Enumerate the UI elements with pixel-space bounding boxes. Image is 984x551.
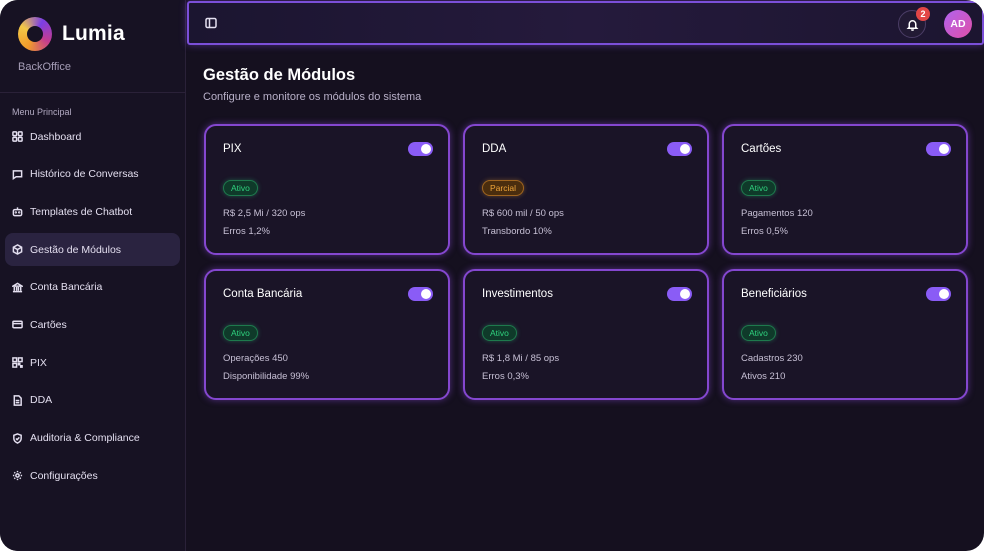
sidebar-item-label: Conta Bancária (30, 281, 103, 294)
module-metric-secondary: Erros 0,3% (482, 371, 529, 382)
top-bar: 2 AD (187, 1, 984, 45)
sidebar-item-configuracoes[interactable]: Configurações (5, 459, 180, 492)
user-avatar[interactable]: AD (944, 10, 972, 38)
module-card-conta-bancaria: Conta Bancária Ativo Operações 450 Dispo… (204, 269, 450, 400)
module-metric-secondary: Ativos 210 (741, 371, 786, 382)
card-icon (12, 319, 23, 330)
grid-icon (12, 131, 23, 142)
module-metric-secondary: Disponibilidade 99% (223, 371, 310, 382)
module-metric-primary: Operações 450 (223, 353, 288, 364)
sidebar-item-pix[interactable]: PIX (5, 346, 180, 379)
toggle-sidebar-button[interactable] (203, 15, 219, 31)
module-toggle-switch[interactable] (408, 287, 433, 301)
sidebar-item-dda[interactable]: DDA (5, 384, 180, 417)
notification-count-badge: 2 (916, 7, 930, 21)
sidebar-item-historico[interactable]: Histórico de Conversas (5, 158, 180, 191)
sidebar-item-gestao-modulos[interactable]: Gestão de Módulos (5, 233, 180, 267)
sidebar-item-label: DDA (30, 394, 53, 407)
status-badge: Ativo (223, 180, 258, 196)
sidebar-toggle-icon (205, 17, 217, 29)
module-card-pix: PIX Ativo R$ 2,5 Mi / 320 ops Erros 1,2% (204, 124, 450, 255)
sidebar-divider (0, 92, 186, 93)
sidebar-item-auditoria[interactable]: Auditoria & Compliance (5, 422, 180, 455)
bank-icon (12, 282, 23, 293)
sidebar-item-label: Cartões (30, 318, 67, 331)
module-metric-primary: Cadastros 230 (741, 353, 803, 364)
module-metric-secondary: Transbordo 10% (482, 226, 552, 237)
sidebar-item-conta-bancaria[interactable]: Conta Bancária (5, 271, 180, 304)
notifications-button[interactable]: 2 (898, 7, 930, 38)
module-card-beneficiarios: Beneficiários Ativo Cadastros 230 Ativos… (722, 269, 968, 400)
sidebar-item-label: Histórico de Conversas (30, 168, 139, 181)
sidebar-item-label: Dashboard (30, 130, 82, 143)
shield-icon (12, 432, 23, 444)
module-name: Investimentos (482, 288, 553, 300)
sidebar-item-templates[interactable]: Templates de Chatbot (5, 195, 180, 228)
qr-icon (12, 357, 23, 368)
module-metric-primary: R$ 2,5 Mi / 320 ops (223, 208, 306, 219)
page-subtitle: Configure e monitore os módulos do siste… (203, 91, 422, 103)
module-metric-primary: Pagamentos 120 (741, 208, 813, 219)
message-icon (12, 169, 23, 180)
page-title: Gestão de Módulos (203, 66, 356, 84)
module-metric-secondary: Erros 0,5% (741, 226, 788, 237)
menu-title: Menu Principal (12, 107, 72, 117)
sidebar-nav: Dashboard Histórico de Conversas Templat… (5, 120, 180, 497)
gear-icon (12, 470, 23, 481)
module-toggle-switch[interactable] (667, 142, 692, 156)
module-toggle-switch[interactable] (926, 142, 951, 156)
module-name: Cartões (741, 143, 782, 155)
module-metric-secondary: Erros 1,2% (223, 226, 270, 237)
brand-subtitle: BackOffice (18, 61, 71, 73)
status-badge: Ativo (223, 325, 258, 341)
module-card-cartoes: Cartões Ativo Pagamentos 120 Erros 0,5% (722, 124, 968, 255)
bell-icon (906, 19, 918, 31)
brand[interactable]: Lumia (18, 16, 125, 52)
sidebar-item-label: Configurações (30, 469, 98, 482)
sidebar-item-label: Templates de Chatbot (30, 205, 133, 218)
sidebar-item-cartoes[interactable]: Cartões (5, 308, 180, 341)
status-badge: Ativo (741, 325, 776, 341)
package-icon (12, 244, 23, 255)
sidebar-item-dashboard[interactable]: Dashboard (5, 120, 180, 153)
status-badge: Parcial (482, 180, 524, 196)
file-icon (12, 394, 23, 406)
lumia-logo-icon (18, 17, 52, 51)
status-badge: Ativo (482, 325, 517, 341)
brand-name: Lumia (62, 22, 125, 45)
module-name: DDA (482, 143, 507, 155)
module-metric-primary: R$ 1,8 Mi / 85 ops (482, 353, 560, 364)
module-toggle-switch[interactable] (667, 287, 692, 301)
module-name: PIX (223, 143, 242, 155)
sidebar-item-label: PIX (30, 356, 47, 369)
module-name: Conta Bancária (223, 288, 303, 300)
module-toggle-switch[interactable] (408, 142, 433, 156)
module-card-investimentos: Investimentos Ativo R$ 1,8 Mi / 85 ops E… (463, 269, 709, 400)
module-toggle-switch[interactable] (926, 287, 951, 301)
module-card-dda: DDA Parcial R$ 600 mil / 50 ops Transbor… (463, 124, 709, 255)
sidebar: Lumia BackOffice Menu Principal Dashboar… (0, 0, 186, 551)
module-metric-primary: R$ 600 mil / 50 ops (482, 208, 564, 219)
sidebar-item-label: Auditoria & Compliance (30, 432, 140, 444)
bot-icon (12, 206, 23, 217)
status-badge: Ativo (741, 180, 776, 196)
sidebar-item-label: Gestão de Módulos (30, 243, 122, 256)
module-name: Beneficiários (741, 288, 807, 300)
app-window: Lumia BackOffice Menu Principal Dashboar… (0, 0, 984, 551)
